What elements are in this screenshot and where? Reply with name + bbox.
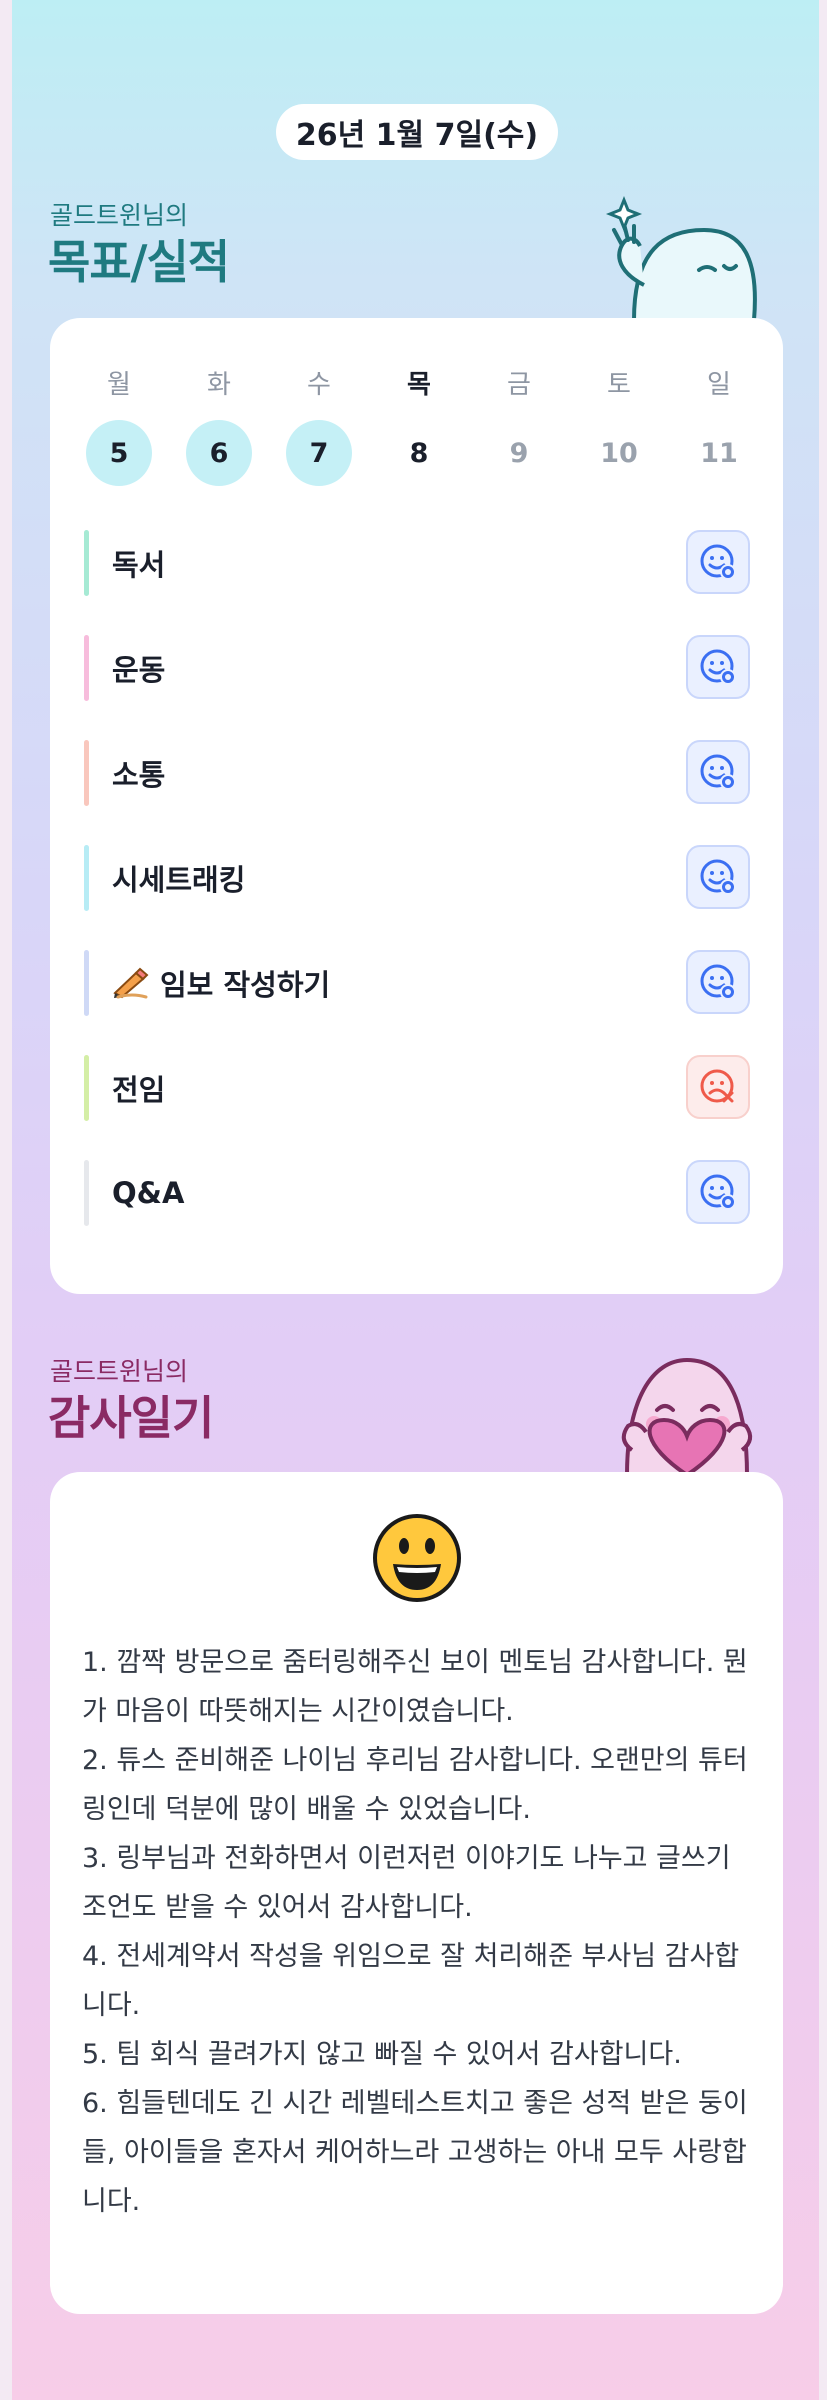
goal-label: Q&A	[112, 1160, 184, 1226]
writing-hand-icon	[113, 967, 149, 999]
goal-item[interactable]: 운동	[84, 635, 750, 701]
diary-entry: 1. 깜짝 방문으로 줌터링해주신 보이 멘토님 감사합니다. 뭔가 마음이 따…	[82, 1647, 748, 1727]
goal-label-text: Q&A	[112, 1176, 185, 1210]
goal-item[interactable]: 독서	[84, 530, 750, 596]
diary-entry: 4. 전세계약서 작성을 위임으로 잘 처리해준 부사님 감사합니다.	[82, 1941, 740, 2021]
grinning-face-icon	[373, 1514, 461, 1602]
goal-color-bar	[84, 950, 89, 1016]
goal-label: 운동	[112, 635, 165, 701]
weekday-label: 화	[207, 370, 231, 400]
goals-card: 월 5 화 6 수 7 목 8 금 9 토 10 일 11 독서운동소통시세트래킹임보 작성하기전임 Q&A	[50, 318, 783, 1294]
diary-entry: 2. 튜스 준비해준 나이님 후리님 감사합니다. 오랜만의 튜터링인데 덕분에…	[82, 1745, 748, 1825]
calendar-day-5[interactable]: 5	[86, 420, 152, 486]
goal-label-text: 임보 작성하기	[160, 968, 331, 1002]
calendar-day-6[interactable]: 6	[186, 420, 252, 486]
calendar-day-11[interactable]: 11	[686, 420, 752, 486]
goal-color-bar	[84, 635, 89, 701]
goal-item[interactable]: 임보 작성하기	[84, 950, 750, 1016]
smile-check-icon[interactable]	[686, 635, 750, 699]
diary-entry: 6. 힘들텐데도 긴 시간 레벨테스트치고 좋은 성적 받은 둥이들, 아이들을…	[82, 2088, 748, 2217]
weekday-label: 월	[107, 370, 131, 400]
weekday-label: 목	[407, 370, 431, 400]
goal-label-text: 독서	[112, 548, 166, 582]
smile-check-icon[interactable]	[686, 530, 750, 594]
smile-check-icon[interactable]	[686, 950, 750, 1014]
diary-entry: 3. 링부님과 전화하면서 이런저런 이야기도 나누고 글쓰기 조언도 받을 수…	[82, 1843, 731, 1923]
date-badge: 26년 1월 7일(수)	[276, 104, 558, 160]
goal-label-text: 시세트래킹	[112, 863, 246, 897]
goal-item[interactable]: Q&A	[84, 1160, 750, 1226]
goal-label-text: 운동	[112, 653, 166, 687]
waving-character-illustration	[605, 195, 757, 320]
goal-color-bar	[84, 740, 89, 806]
heart-character-illustration	[621, 1357, 753, 1475]
weekday-label: 일	[707, 370, 731, 400]
goal-color-bar	[84, 1055, 89, 1121]
goal-label: 임보 작성하기	[112, 950, 330, 1016]
diary-entries: 1. 깜짝 방문으로 줌터링해주신 보이 멘토님 감사합니다. 뭔가 마음이 따…	[82, 1638, 752, 2226]
goal-label: 시세트래킹	[112, 845, 245, 911]
goal-color-bar	[84, 530, 89, 596]
diary-section-title: 감사일기	[48, 1391, 214, 1445]
goal-label-text: 소통	[112, 758, 166, 792]
smile-check-icon[interactable]	[686, 1160, 750, 1224]
goal-label: 전임	[112, 1055, 165, 1121]
calendar-day-8[interactable]: 8	[386, 420, 452, 486]
weekday-label: 금	[507, 370, 531, 400]
goal-label: 소통	[112, 740, 165, 806]
goal-color-bar	[84, 845, 89, 911]
goal-item[interactable]: 시세트래킹	[84, 845, 750, 911]
goal-label-text: 전임	[112, 1073, 166, 1107]
gratitude-diary-card: 1. 깜짝 방문으로 줌터링해주신 보이 멘토님 감사합니다. 뭔가 마음이 따…	[50, 1472, 783, 2314]
page-background: 26년 1월 7일(수) 골드트윈님의 목표/실적 월 5 화 6 수 7 목 8 금 9 토 10 일…	[12, 0, 819, 2400]
goal-item[interactable]: 소통	[84, 740, 750, 806]
sad-x-icon[interactable]	[686, 1055, 750, 1119]
weekday-label: 수	[307, 370, 331, 400]
smile-check-icon[interactable]	[686, 845, 750, 909]
diary-entry: 5. 팀 회식 끌려가지 않고 빠질 수 있어서 감사합니다.	[82, 2039, 682, 2070]
goal-label: 독서	[112, 530, 165, 596]
calendar-day-7[interactable]: 7	[286, 420, 352, 486]
weekday-label: 토	[607, 370, 631, 400]
goal-color-bar	[84, 1160, 89, 1226]
goal-item[interactable]: 전임	[84, 1055, 750, 1121]
goals-section-title: 목표/실적	[48, 235, 230, 289]
smile-check-icon[interactable]	[686, 740, 750, 804]
calendar-day-10[interactable]: 10	[586, 420, 652, 486]
calendar-day-9[interactable]: 9	[486, 420, 552, 486]
